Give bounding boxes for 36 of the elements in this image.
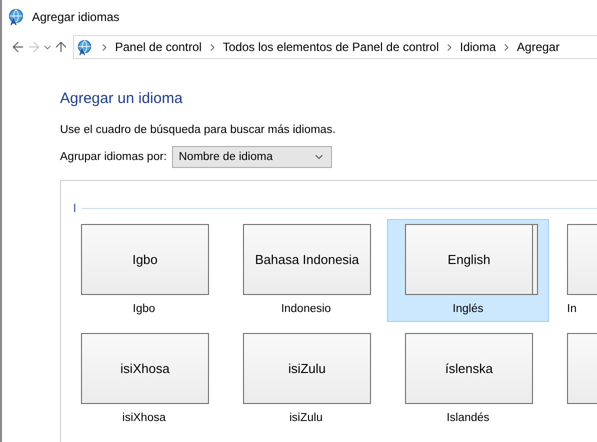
back-button[interactable] <box>10 39 26 55</box>
window-title: Agregar idiomas <box>32 10 120 24</box>
up-button[interactable] <box>53 39 69 55</box>
language-name: Igbo <box>132 303 156 317</box>
language-tile: Igbo <box>81 224 209 295</box>
breadcrumb[interactable]: Panel de control <box>115 40 202 54</box>
language-tile: isiZulu <box>243 333 371 404</box>
language-name: isiXhosa <box>122 412 166 426</box>
language-item[interactable]: Bahasa Indonesia Indonesio <box>225 219 387 322</box>
language-name: Inglés <box>452 303 484 317</box>
page-heading: Agregar un idioma <box>60 90 184 107</box>
language-name: isiZulu <box>289 412 323 426</box>
group-by-dropdown[interactable]: Nombre de idioma <box>172 146 332 168</box>
language-item[interactable]: In <box>549 219 597 322</box>
language-item[interactable]: isiZulu isiZulu <box>225 328 387 431</box>
language-tile: English <box>405 224 533 295</box>
language-item[interactable]: íslenska Islandés <box>387 328 549 431</box>
breadcrumb[interactable]: Agregar <box>516 40 560 54</box>
language-tile: isiXhosa <box>81 333 209 404</box>
language-name: In <box>567 303 577 317</box>
language-name: Islandés <box>446 412 490 426</box>
breadcrumb[interactable]: Idioma <box>460 40 496 54</box>
language-item[interactable]: isiXhosa isiXhosa <box>63 328 225 431</box>
arrow-icon <box>26 39 42 55</box>
address-bar[interactable]: Panel de control Todos los elementos de Panel de control Idioma Agregar <box>73 35 597 59</box>
hint-text: Use el cuadro de búsqueda para buscar más idiomas. <box>60 124 337 136</box>
breadcrumb[interactable]: Todos los elementos de Panel de control <box>222 40 439 54</box>
selected-language-item[interactable]: English Inglés <box>387 219 549 322</box>
language-name: Indonesio <box>281 303 331 317</box>
language-tile: Bahasa Indonesia <box>243 224 371 295</box>
globe-language-icon <box>8 8 26 26</box>
language-tile: íslenska <box>405 333 533 404</box>
group-by-label: Agrupar idiomas por: <box>60 151 167 163</box>
globe-language-icon <box>77 38 94 56</box>
language-item[interactable]: Igbo Igbo <box>63 219 225 322</box>
group-letter: I <box>73 201 76 215</box>
